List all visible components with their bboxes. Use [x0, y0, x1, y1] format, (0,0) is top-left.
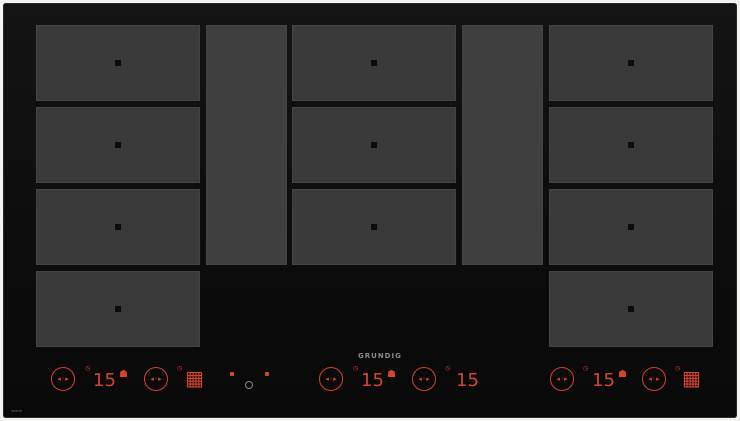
power-slider-ring-icon[interactable]: ◂◦▸	[319, 367, 343, 391]
timer-icon[interactable]: ◷	[353, 365, 358, 372]
timer-icon[interactable]: ◷	[675, 365, 680, 372]
power-button-icon[interactable]	[245, 381, 253, 389]
zone-marker-icon	[628, 142, 634, 148]
flex-zone[interactable]	[462, 25, 543, 265]
timer-icon[interactable]: ◷	[445, 365, 450, 372]
power-slider-ring-icon[interactable]: ◂◦▸	[51, 367, 75, 391]
power-slider-ring-icon[interactable]: ◂◦▸	[550, 367, 574, 391]
cooking-zone[interactable]	[549, 25, 713, 101]
zone-marker-icon	[115, 306, 121, 312]
cooktop-glass: GRUNDIG ◂◦▸ ◷ 15 ☗ ◂◦▸ ◷ ▦ ◂◦▸ ◷ 15 ☗ ◂◦…	[3, 3, 737, 418]
power-slider-ring-icon[interactable]: ◂◦▸	[642, 367, 666, 391]
zone-marker-icon	[628, 60, 634, 66]
power-slider-ring-icon[interactable]: ◂◦▸	[412, 367, 436, 391]
indicator-dot	[230, 372, 234, 376]
bridge-zone-icon[interactable]: ▦	[682, 368, 701, 388]
power-level-display: 15	[592, 370, 615, 391]
cooking-zone[interactable]	[36, 25, 200, 101]
cooking-zone[interactable]	[292, 107, 456, 183]
brand-logo: GRUNDIG	[358, 352, 402, 360]
timer-icon[interactable]: ◷	[583, 365, 588, 372]
cooking-zone[interactable]	[292, 189, 456, 265]
cooking-zone[interactable]	[549, 271, 713, 347]
zone-select-icon[interactable]: ☗	[618, 369, 627, 380]
bridge-zone-icon[interactable]: ▦	[185, 368, 204, 388]
zone-marker-icon	[371, 224, 377, 230]
zone-marker-icon	[115, 60, 121, 66]
zone-marker-icon	[115, 142, 121, 148]
model-label: ▬▬▬	[11, 408, 23, 413]
zone-marker-icon	[371, 60, 377, 66]
flex-zone[interactable]	[206, 25, 287, 265]
power-slider-ring-icon[interactable]: ◂◦▸	[144, 367, 168, 391]
zone-marker-icon	[115, 224, 121, 230]
timer-icon[interactable]: ◷	[177, 365, 182, 372]
power-level-display: 15	[456, 370, 479, 391]
timer-icon[interactable]: ◷	[85, 365, 90, 372]
cooking-zone[interactable]	[36, 107, 200, 183]
power-level-display: 15	[93, 370, 116, 391]
zone-marker-icon	[628, 306, 634, 312]
zone-select-icon[interactable]: ☗	[387, 369, 396, 380]
zone-select-icon[interactable]: ☗	[119, 369, 128, 380]
zone-marker-icon	[371, 142, 377, 148]
power-level-display: 15	[361, 370, 384, 391]
indicator-dot	[265, 372, 269, 376]
cooking-zone[interactable]	[292, 25, 456, 101]
zone-marker-icon	[628, 224, 634, 230]
cooking-zone[interactable]	[36, 271, 200, 347]
cooking-zone[interactable]	[549, 189, 713, 265]
cooking-zone[interactable]	[36, 189, 200, 265]
cooking-zone[interactable]	[549, 107, 713, 183]
